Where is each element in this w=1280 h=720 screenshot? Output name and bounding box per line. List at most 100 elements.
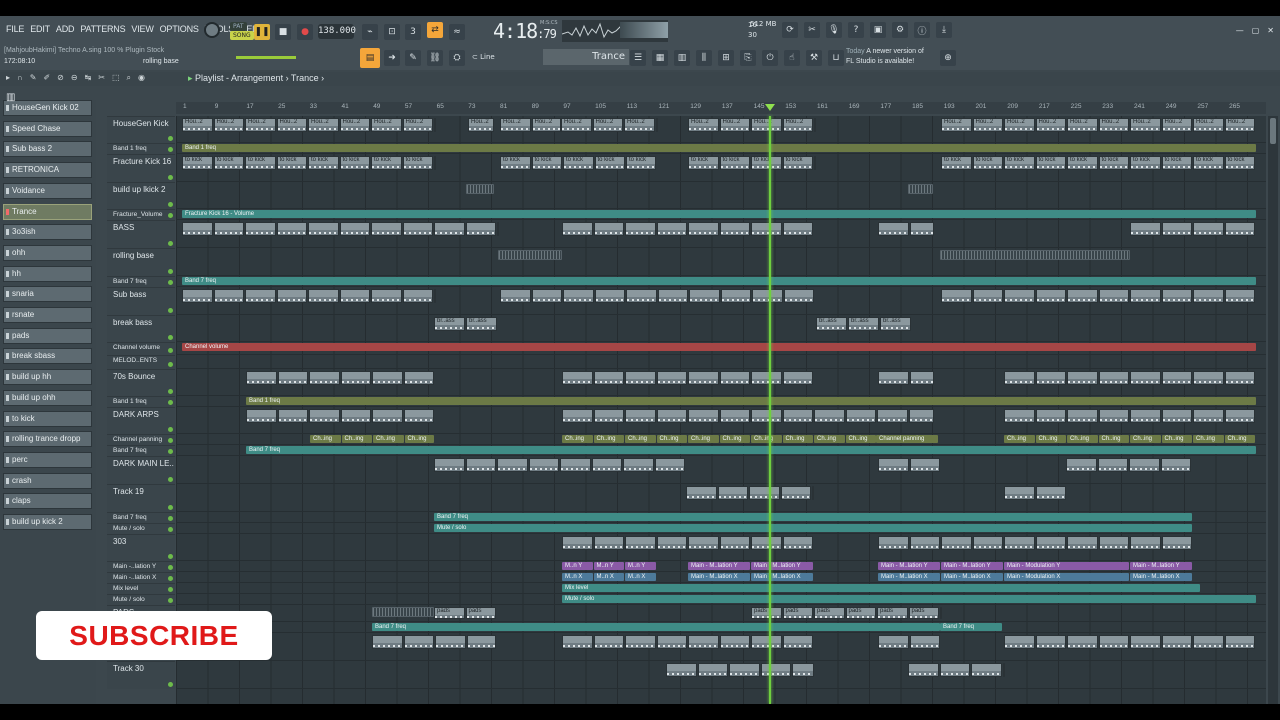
- automation-clip[interactable]: Ch..ing: [310, 435, 341, 443]
- pattern-clip[interactable]: [434, 222, 465, 236]
- automation-clip[interactable]: Ch..ing: [1004, 435, 1035, 443]
- pattern-clip[interactable]: [434, 458, 465, 472]
- track-led-icon[interactable]: [168, 505, 173, 510]
- pattern-clip[interactable]: [686, 486, 717, 500]
- metronome-icon[interactable]: ⌁: [362, 24, 378, 40]
- pattern-clip[interactable]: to kick: [276, 156, 307, 170]
- help-icon[interactable]: ?: [848, 22, 864, 38]
- playhead-marker-icon[interactable]: [765, 104, 775, 111]
- automation-clip[interactable]: Ch..ing: [845, 435, 876, 443]
- pattern-clip[interactable]: [277, 371, 308, 385]
- pattern-clip[interactable]: [972, 536, 1003, 550]
- track-header[interactable]: rolling base: [107, 248, 175, 276]
- pattern-clip[interactable]: Hou..2: [1098, 118, 1129, 132]
- pattern-clip[interactable]: [719, 409, 750, 423]
- pattern-clip[interactable]: [276, 289, 307, 303]
- pattern-clip[interactable]: [1067, 635, 1098, 649]
- pattern-clip[interactable]: to kick: [941, 156, 972, 170]
- download-icon[interactable]: ⤓: [936, 22, 952, 38]
- picker-item[interactable]: rsnate: [3, 307, 92, 323]
- track-header[interactable]: Fracture_Volume: [107, 209, 175, 220]
- pattern-clip[interactable]: [340, 371, 371, 385]
- pattern-clip[interactable]: [562, 635, 593, 649]
- pattern-clip[interactable]: [246, 409, 277, 423]
- track-led-icon[interactable]: [168, 175, 173, 180]
- track-header[interactable]: Track 19: [107, 484, 175, 512]
- automation-clip[interactable]: Ch..ing: [751, 435, 782, 443]
- automation-clip[interactable]: Main - M..lation Y: [941, 562, 1003, 570]
- pattern-clip[interactable]: [625, 222, 656, 236]
- pattern-clip[interactable]: [500, 289, 531, 303]
- pattern-clip[interactable]: to kick: [626, 156, 656, 170]
- track-header[interactable]: DARK MAIN LE..: [107, 456, 175, 484]
- select-tool-icon[interactable]: ⬚: [112, 73, 120, 83]
- pattern-clip[interactable]: [656, 371, 687, 385]
- pattern-clip[interactable]: Hou..2: [655, 118, 658, 132]
- automation-clip[interactable]: Ch..ing: [656, 435, 687, 443]
- pattern-clip[interactable]: to kick: [751, 156, 782, 170]
- track-header[interactable]: 70s Bounce: [107, 369, 175, 396]
- track-header[interactable]: Band 1 freq: [107, 143, 175, 154]
- blend-icon[interactable]: ≈: [449, 24, 465, 40]
- save-icon[interactable]: ▣: [870, 22, 886, 38]
- pattern-clip[interactable]: [308, 222, 339, 236]
- pattern-clip[interactable]: [751, 635, 782, 649]
- pattern-clip[interactable]: [760, 663, 791, 677]
- pattern-clip[interactable]: [371, 289, 402, 303]
- pattern-clip[interactable]: [562, 222, 593, 236]
- pattern-clip[interactable]: [372, 409, 403, 423]
- track-led-icon[interactable]: [168, 576, 173, 581]
- pattern-clip[interactable]: [402, 222, 433, 236]
- automation-clip[interactable]: Mute / solo: [562, 595, 1256, 603]
- automation-clip[interactable]: Main - Modulation Y: [1004, 562, 1129, 570]
- pattern-clip[interactable]: [877, 409, 908, 423]
- automation-clip[interactable]: Ch..ing: [593, 435, 624, 443]
- piano-roll-icon[interactable]: ▦: [652, 50, 668, 66]
- track-led-icon[interactable]: [168, 136, 173, 141]
- pattern-clip[interactable]: [719, 371, 750, 385]
- pattern-clip[interactable]: to kick: [308, 156, 339, 170]
- picker-item[interactable]: ohh: [3, 244, 92, 261]
- pattern-clip[interactable]: [593, 409, 624, 423]
- track-led-icon[interactable]: [168, 147, 173, 152]
- track-header[interactable]: Sub bass: [107, 287, 175, 315]
- track-led-icon[interactable]: [168, 308, 173, 313]
- pattern-clip[interactable]: [657, 289, 688, 303]
- automation-clip[interactable]: Band 7 freq: [434, 513, 1192, 521]
- track-led-icon[interactable]: [168, 516, 173, 521]
- pattern-clip[interactable]: [656, 222, 687, 236]
- pattern-clip[interactable]: [1035, 289, 1066, 303]
- pattern-clip[interactable]: [593, 371, 624, 385]
- pattern-clip[interactable]: [562, 371, 593, 385]
- pattern-clip[interactable]: [594, 289, 625, 303]
- pattern-clip[interactable]: [625, 409, 656, 423]
- pattern-clip[interactable]: to kick: [182, 156, 213, 170]
- minimize-icon[interactable]: —: [1236, 26, 1244, 35]
- picker-icon[interactable]: ▥: [6, 92, 15, 103]
- automation-clip[interactable]: Ch..ing: [814, 435, 845, 443]
- pattern-clip[interactable]: [372, 371, 403, 385]
- automation-clip[interactable]: Band 7 freq: [182, 277, 1256, 285]
- automation-clip[interactable]: Ch..ing: [625, 435, 656, 443]
- automation-clip[interactable]: Channel panning: [876, 435, 938, 443]
- picker-item[interactable]: crash: [3, 472, 92, 489]
- pattern-clip[interactable]: [531, 289, 562, 303]
- pattern-clip[interactable]: [245, 222, 276, 236]
- track-led-icon[interactable]: [168, 269, 173, 274]
- pattern-clip[interactable]: [1224, 222, 1255, 236]
- pattern-clip[interactable]: Hou..2: [719, 118, 750, 132]
- pattern-clip[interactable]: [309, 409, 340, 423]
- pattern-clip[interactable]: [717, 486, 748, 500]
- pattern-clip[interactable]: [1193, 289, 1224, 303]
- pattern-clip[interactable]: Hou..2: [468, 118, 494, 132]
- track-header[interactable]: Band 1 freq: [107, 396, 175, 407]
- menu-add[interactable]: ADD: [56, 24, 75, 34]
- track-led-icon[interactable]: [168, 477, 173, 482]
- pattern-clip[interactable]: [402, 289, 433, 303]
- picker-item[interactable]: Sub bass 2: [3, 141, 92, 158]
- pattern-clip[interactable]: [656, 635, 687, 649]
- plugin-icon[interactable]: ⚙: [892, 22, 908, 38]
- automation-clip[interactable]: Channel volume: [182, 343, 1256, 351]
- subscribe-overlay[interactable]: SUBSCRIBE: [36, 611, 272, 660]
- automation-clip[interactable]: Fracture Kick 16 - Volume: [182, 210, 1256, 218]
